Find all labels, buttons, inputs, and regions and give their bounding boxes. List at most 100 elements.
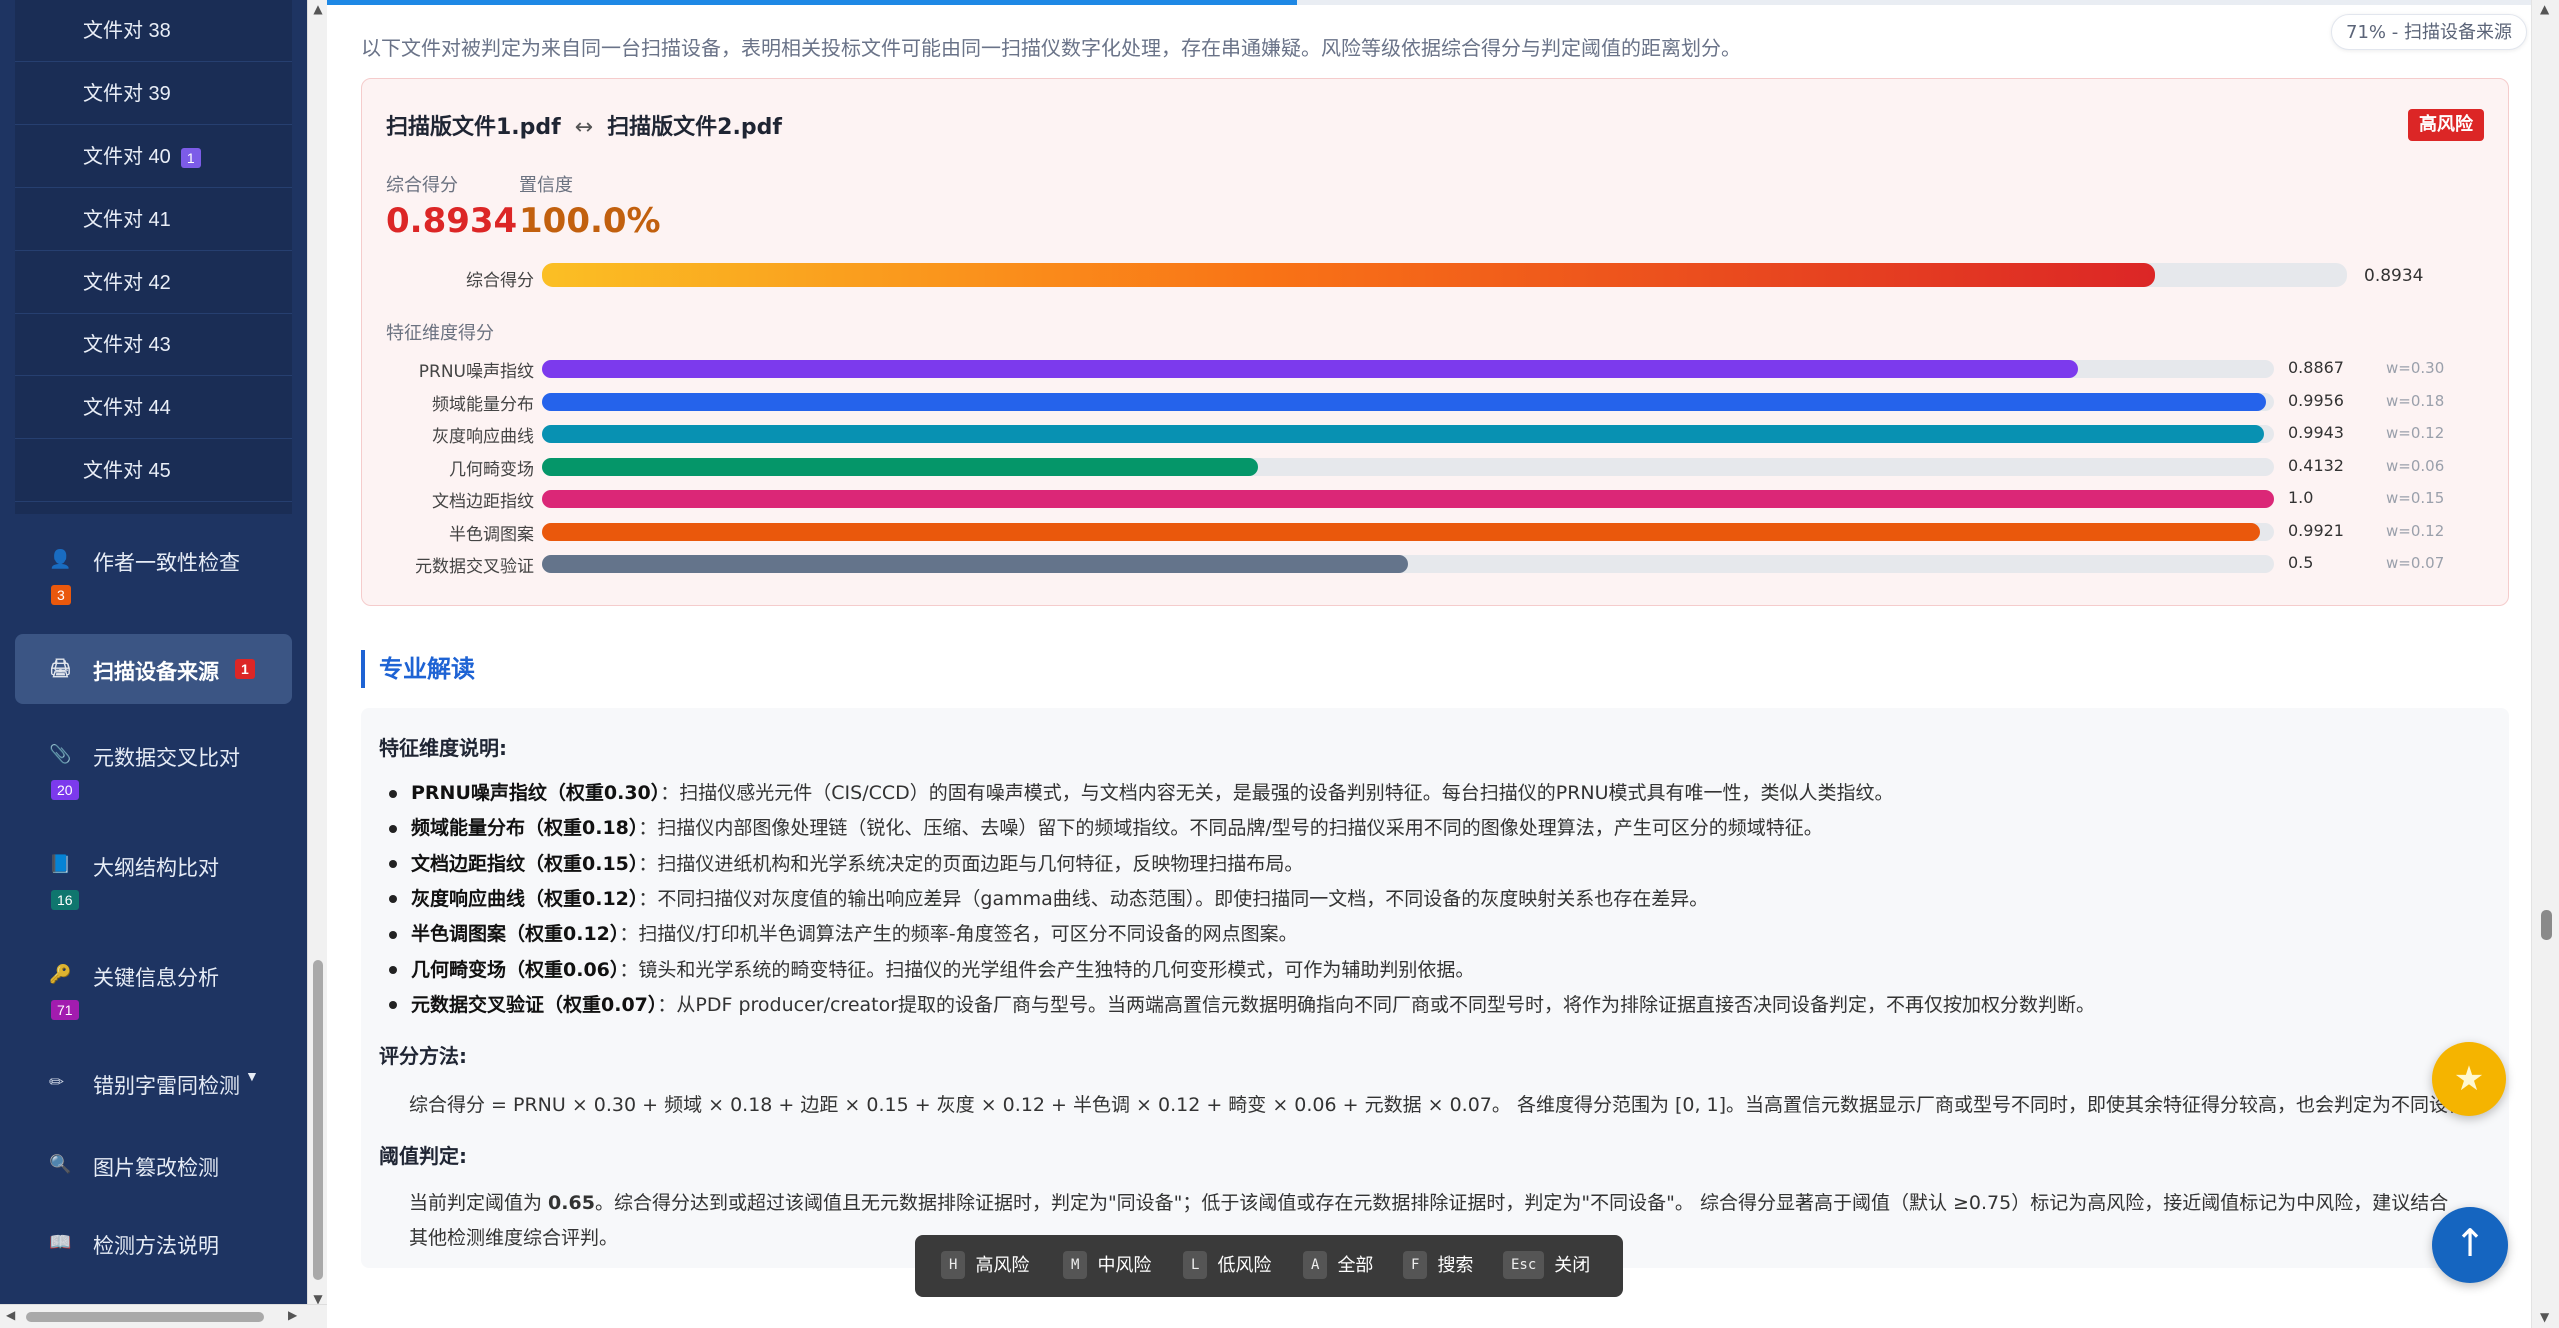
- sidebar-nav-label: 图片篡改检测: [93, 1157, 219, 1180]
- shortcut-label: 全部: [1337, 1255, 1374, 1276]
- threshold-value: 0.65: [548, 1192, 595, 1214]
- scroll-left-arrow-icon[interactable]: ◀: [6, 1308, 15, 1322]
- dim-fill: [542, 490, 2274, 508]
- feature-bullet: 灰度响应曲线（权重0.12）：不同扫描仪对灰度值的输出响应差异（gamma曲线、…: [389, 884, 1708, 911]
- count-badge: 16: [51, 890, 79, 910]
- sidebar-subitem[interactable]: 文件对 42: [15, 252, 292, 314]
- dim-label: 频域能量分布: [432, 394, 534, 415]
- book-open-icon: 📖: [49, 1232, 72, 1252]
- favorite-button[interactable]: ★: [2432, 1042, 2506, 1116]
- shortcut-esc[interactable]: Esc 关闭: [1503, 1251, 1590, 1281]
- feature-bullet: 半色调图案（权重0.12）：扫描仪/打印机半色调算法产生的频率-角度签名，可区分…: [389, 919, 1298, 946]
- sidebar-hscroll-thumb[interactable]: [26, 1312, 264, 1322]
- shortcut-key: A: [1303, 1251, 1328, 1279]
- shortcut-key: H: [941, 1251, 966, 1279]
- dim-label: 元数据交叉验证: [415, 557, 534, 577]
- bullet-dot-icon: [389, 789, 397, 798]
- dim-track: [542, 522, 2274, 541]
- feature-name: PRNU噪声指纹（权重0.30）: [411, 782, 661, 804]
- shortcut-h[interactable]: H 高风险: [941, 1251, 1029, 1281]
- back-to-top-button[interactable]: ↑: [2432, 1207, 2508, 1283]
- method-title: 评分方法:: [379, 1044, 467, 1068]
- feature-name: 频域能量分布（权重0.18）: [411, 817, 639, 840]
- feature-bullet: 频域能量分布（权重0.18）：扫描仪内部图像处理链（锐化、压缩、去噪）留下的频域…: [389, 813, 1823, 840]
- dim-weight: w=0.15: [2386, 489, 2445, 507]
- sidebar-scrollbar[interactable]: ▲ ▼: [307, 0, 327, 1310]
- feature-desc: ：镜头和光学系统的畸变特征。扫描仪的光学组件会产生独特的几何变形模式，可作为辅助…: [619, 958, 1475, 981]
- confidence-value: 100.0%: [519, 201, 661, 241]
- sidebar-nav-item[interactable]: 🔑 关键信息分析 71: [15, 950, 292, 1030]
- sidebar-subitem[interactable]: 文件对 38: [15, 0, 292, 62]
- sidebar-nav-item[interactable]: 📎 元数据交叉比对 20: [15, 730, 292, 810]
- score-value: 0.8934: [386, 201, 518, 241]
- count-badge: 71: [51, 1000, 79, 1020]
- sidebar-subitem[interactable]: 文件对 43: [15, 314, 292, 377]
- dim-label: 文档边距指纹: [432, 492, 534, 512]
- dim-fill: [542, 360, 2078, 378]
- sidebar-scroll-thumb[interactable]: [313, 960, 323, 1280]
- sidebar-horizontal-scrollbar[interactable]: ◀ ▶: [0, 1304, 327, 1328]
- sidebar-nav-item[interactable]: ✏ 错别字雷同检测 ▼: [15, 1058, 292, 1110]
- overall-bar-value: 0.8934: [2364, 266, 2424, 286]
- shortcut-bar: H 高风险 M 中风险 L 低风险 A 全部 F 搜索 Esc 关闭: [915, 1235, 1623, 1297]
- shortcut-label: 中风险: [1097, 1255, 1152, 1276]
- sidebar-nav-item[interactable]: 📖 检测方法说明: [15, 1218, 292, 1270]
- shortcut-label: 高风险: [975, 1255, 1030, 1276]
- sidebar-subitem[interactable]: 文件对 45: [15, 440, 292, 503]
- scroll-right-arrow-icon[interactable]: ▶: [288, 1308, 297, 1322]
- threshold-text: 当前判定阈值为 0.65。综合得分达到或超过该阈值且无元数据排除证据时，判定为"…: [409, 1188, 2475, 1215]
- key-icon: 🔑: [49, 964, 72, 984]
- sidebar-subitem[interactable]: 文件对 44: [15, 377, 292, 440]
- shortcut-l[interactable]: L 低风险: [1183, 1251, 1271, 1281]
- dim-fill: [542, 425, 2265, 443]
- chevron-down-icon: ▼: [245, 1068, 259, 1084]
- feature-name: 元数据交叉验证（权重0.07）: [411, 993, 658, 1016]
- sidebar-nav-item[interactable]: 📘 大纲结构比对 16: [15, 840, 292, 920]
- page-scroll-thumb[interactable]: [2541, 910, 2552, 940]
- overall-bar-label: 综合得分: [466, 271, 534, 291]
- sidebar-nav-item[interactable]: 🔍 图片篡改检测: [15, 1140, 292, 1192]
- shortcut-label: 低风险: [1217, 1255, 1272, 1276]
- dim-label: PRNU噪声指纹: [418, 362, 534, 382]
- section-intro: 以下文件对被判定为来自同一台扫描设备，表明相关投标文件可能由同一扫描仪数字化处理…: [361, 36, 1741, 60]
- threshold-line1: 。综合得分达到或超过该阈值且无元数据排除证据时，判定为"同设备"；低于该阈值或存…: [594, 1192, 2449, 1214]
- page-scrollbar[interactable]: ▲ ▼: [2531, 0, 2559, 1328]
- dim-weight: w=0.30: [2386, 359, 2445, 377]
- star-icon: ★: [2453, 1059, 2485, 1099]
- sidebar-subitem[interactable]: 文件对 41: [15, 189, 292, 251]
- sidebar-subitem-label: 文件对 39: [83, 82, 171, 105]
- book-icon: 📘: [49, 854, 72, 874]
- feature-desc: ：从PDF producer/creator提取的设备厂商与型号。当两端高置信元…: [657, 993, 2096, 1016]
- pair-arrow-icon: ↔: [574, 115, 594, 140]
- interpretation-box: 特征维度说明: PRNU噪声指纹（权重0.30）：扫描仪感光元件（CIS/CCD…: [361, 708, 2509, 1268]
- scroll-down-arrow-icon[interactable]: ▼: [2540, 1310, 2549, 1324]
- sidebar-nav-label: 扫描设备来源: [93, 661, 219, 684]
- dim-weight: w=0.12: [2386, 424, 2445, 442]
- dim-value: 0.9921: [2288, 520, 2344, 540]
- sidebar-nav-item[interactable]: 🖨 扫描设备来源 1: [15, 634, 292, 704]
- feature-desc: ：扫描仪/打印机半色调算法产生的频率-角度签名，可区分不同设备的网点图案。: [619, 923, 1298, 946]
- scroll-up-arrow-icon[interactable]: ▲: [308, 2, 328, 18]
- bullet-dot-icon: [389, 1001, 397, 1010]
- sidebar-subitem[interactable]: 文件对 39: [15, 63, 292, 125]
- sidebar-subitem[interactable]: 文件对 40 1: [15, 126, 292, 188]
- sidebar-nav-item[interactable]: 👤 作者一致性检查 3: [15, 535, 292, 615]
- arrow-up-icon: ↑: [2454, 1221, 2486, 1265]
- feature-desc: ：扫描仪进纸机构和光学系统决定的页面边距与几何特征，反映物理扫描布局。: [638, 852, 1304, 875]
- scroll-up-arrow-icon[interactable]: ▲: [2540, 2, 2549, 16]
- shortcut-m[interactable]: M 中风险: [1063, 1251, 1151, 1281]
- pair-title: 扫描版文件1.pdf ↔ 扫描版文件2.pdf: [386, 109, 782, 141]
- magnifier-icon: 🔍: [49, 1154, 72, 1174]
- dim-weight: w=0.18: [2386, 391, 2445, 410]
- count-badge: 1: [180, 147, 201, 168]
- dim-label: 几何畸变场: [449, 459, 534, 480]
- features-title: 特征维度说明:: [379, 736, 507, 760]
- risk-badge: 高风险: [2408, 109, 2484, 141]
- shortcut-f[interactable]: F 搜索: [1403, 1251, 1473, 1281]
- sidebar-nav-label: 错别字雷同检测: [93, 1075, 240, 1098]
- count-badge: 1: [235, 659, 255, 679]
- dim-weight: w=0.07: [2386, 554, 2445, 572]
- dim-track: [542, 555, 2274, 573]
- main-content: 71% - 扫描设备来源 以下文件对被判定为来自同一台扫描设备，表明相关投标文件…: [327, 0, 2531, 1328]
- shortcut-a[interactable]: A 全部: [1303, 1251, 1373, 1281]
